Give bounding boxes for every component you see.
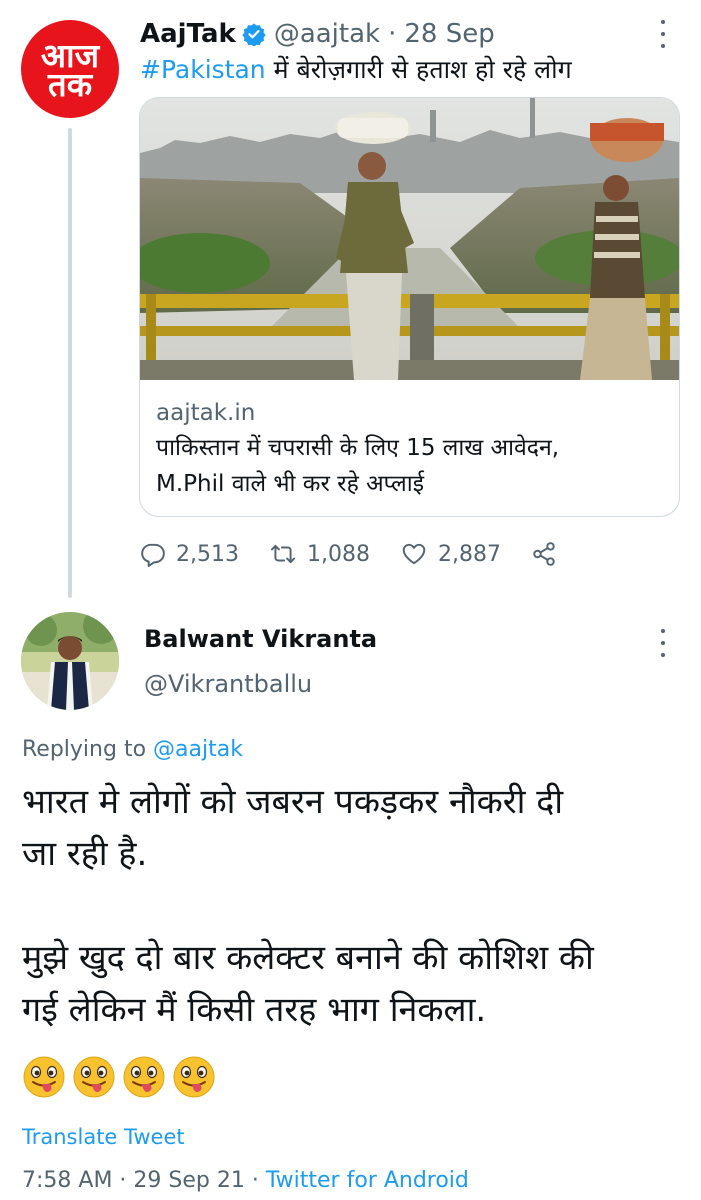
card-title-line: M.Phil वाले भी कर रहे अप्लाई <box>156 471 425 497</box>
tweet-date[interactable]: 28 Sep <box>404 19 494 49</box>
retweet-button[interactable]: 1,088 <box>269 541 370 567</box>
card-title-line: पाकिस्तान में चपरासी के लिए 15 लाख आवेदन… <box>156 435 560 461</box>
hashtag-link[interactable]: #Pakistan <box>140 55 266 84</box>
reply-author-avatar[interactable] <box>21 612 119 710</box>
more-options-icon[interactable] <box>659 20 667 48</box>
reply-text-line: मुझे खुद दो बार कलेक्टर बनाने की कोशिश क… <box>22 938 594 978</box>
card-domain: aajtak.in <box>156 400 256 426</box>
retweet-icon <box>270 544 296 564</box>
replying-mention[interactable]: @aajtak <box>153 737 243 762</box>
replying-to: Replying to @aajtak <box>22 737 243 762</box>
like-count: 2,887 <box>437 541 501 567</box>
tweet-text: #Pakistan में बेरोज़गारी से हताश हो रहे … <box>140 54 680 86</box>
reply-icon <box>141 543 165 567</box>
tongue-wink-emoji <box>123 1056 165 1098</box>
meta-separator: · <box>244 1168 266 1193</box>
reply-author-handle[interactable]: @Vikrantballu <box>144 670 312 698</box>
tongue-wink-emoji <box>73 1056 115 1098</box>
aajtak-avatar[interactable]: आज तक <box>21 20 119 118</box>
like-button[interactable]: 2,887 <box>400 541 501 567</box>
thread-connector-line <box>68 128 72 598</box>
avatar-logo-text-bottom: तक <box>47 65 93 104</box>
reply-text: भारत मे लोगों को जबरन पकड़कर नौकरी दी जा… <box>22 776 687 1036</box>
reply-text-line: जा रही है. <box>22 834 148 874</box>
verified-badge-icon <box>242 22 266 46</box>
reply-text-line: भारत मे लोगों को जबरन पकड़कर नौकरी दी <box>22 782 564 822</box>
share-button[interactable] <box>531 541 567 567</box>
share-icon <box>533 542 555 566</box>
tweet-source-app[interactable]: Twitter for Android <box>266 1168 469 1193</box>
header-separator: · <box>388 19 397 49</box>
card-photo <box>140 98 679 380</box>
reply-author-name[interactable]: Balwant Vikranta <box>144 625 377 653</box>
translate-tweet-link[interactable]: Translate Tweet <box>22 1125 185 1149</box>
reply-text-line: गई लेकिन मैं किसी तरह भाग निकला. <box>22 990 487 1030</box>
reply-count: 2,513 <box>176 541 239 567</box>
more-options-icon[interactable] <box>659 629 667 657</box>
tweet-header: AajTak @aajtak · 28 Sep <box>140 15 660 53</box>
like-icon <box>402 543 426 565</box>
reply-button[interactable]: 2,513 <box>140 541 239 567</box>
tweet-actions: 2,513 1,088 2,887 <box>140 532 610 576</box>
link-preview-card[interactable]: aajtak.in पाकिस्तान में चपरासी के लिए 15… <box>139 97 680 517</box>
retweet-count: 1,088 <box>306 541 370 567</box>
tongue-wink-emoji <box>23 1056 65 1098</box>
tongue-wink-emoji <box>173 1056 215 1098</box>
tweet-full-date[interactable]: 29 Sep 21 <box>133 1168 244 1193</box>
meta-separator: · <box>112 1168 134 1193</box>
replying-prefix: Replying to <box>22 737 154 762</box>
tweet-metadata: 7:58 AM · 29 Sep 21 · Twitter for Androi… <box>22 1168 469 1193</box>
author-handle[interactable]: @aajtak <box>274 19 380 49</box>
author-name[interactable]: AajTak <box>140 19 236 49</box>
card-title: पाकिस्तान में चपरासी के लिए 15 लाख आवेदन… <box>156 430 666 502</box>
emoji-row <box>22 1055 222 1099</box>
tweet-text-body: में बेरोज़गारी से हताश हो रहे लोग <box>265 55 572 84</box>
tweet-time[interactable]: 7:58 AM <box>22 1168 112 1193</box>
